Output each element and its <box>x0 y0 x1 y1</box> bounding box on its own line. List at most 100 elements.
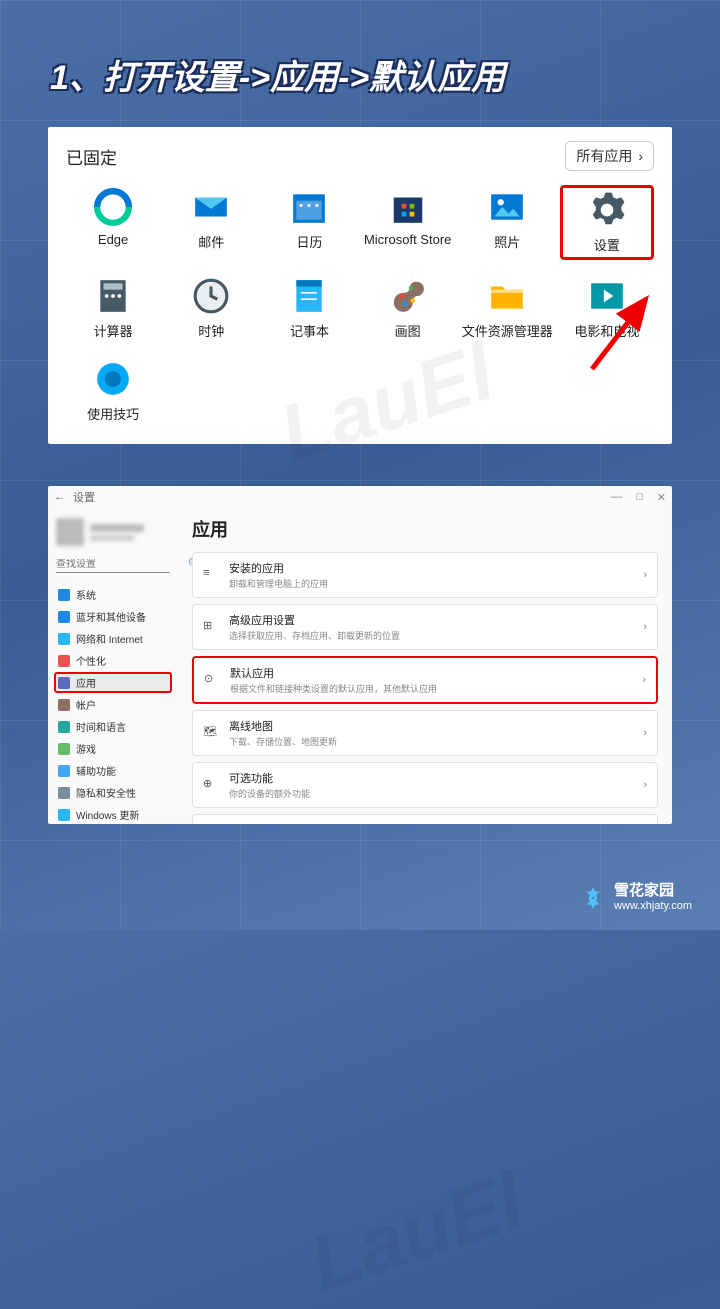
app-icon <box>588 277 626 315</box>
nav-应用[interactable]: 应用 <box>54 672 172 693</box>
app-label: 照片 <box>494 232 520 251</box>
nav-帐户[interactable]: 帐户 <box>54 694 172 715</box>
option-icon: ⊕ <box>203 777 219 793</box>
nav-icon <box>58 633 70 645</box>
option-默认应用[interactable]: ⊙ 默认应用根据文件和链接种类设置的默认应用，其他默认应用 › <box>192 656 658 704</box>
nav-label: 系统 <box>76 587 96 602</box>
nav-icon <box>58 699 70 711</box>
close-button[interactable]: ✕ <box>657 491 666 504</box>
settings-window: LauEl ← 设置 ― □ ✕ 🔍 系统蓝牙和其他设备网络和 Internet… <box>48 486 672 824</box>
nav-label: 蓝牙和其他设备 <box>76 609 146 624</box>
window-titlebar: ← 设置 ― □ ✕ <box>48 486 672 508</box>
settings-main: 应用 ≡ 安装的应用卸载和管理电脑上的应用 › ⊞高级应用设置选择获取应用、存档应用、… <box>178 508 672 824</box>
nav-系统[interactable]: 系统 <box>54 584 172 605</box>
option-icon: ≡ <box>203 567 219 583</box>
app-icon <box>389 277 427 315</box>
option-可选功能[interactable]: ⊕可选功能你的设备的额外功能› <box>192 762 658 808</box>
maximize-button[interactable]: □ <box>636 491 643 504</box>
option-icon: 🗺 <box>203 725 219 741</box>
option-desc: 根据文件和链接种类设置的默认应用，其他默认应用 <box>230 682 632 695</box>
option-可打开网站的应用[interactable]: 🌐可打开网站的应用可在应用而不是浏览器中打开的网站› <box>192 814 658 824</box>
nav-label: 辅助功能 <box>76 763 116 778</box>
app-Microsoft Store[interactable]: Microsoft Store <box>361 185 455 260</box>
app-计算器[interactable]: 计算器 <box>66 274 160 343</box>
app-电影和电视[interactable]: 电影和电视 <box>560 274 654 343</box>
nav-icon <box>58 677 70 689</box>
nav-label: Windows 更新 <box>76 807 139 822</box>
minimize-button[interactable]: ― <box>611 491 622 504</box>
window-title: 设置 <box>73 489 95 505</box>
app-照片[interactable]: 照片 <box>459 185 556 260</box>
app-label: 设置 <box>594 235 620 254</box>
settings-sidebar: 🔍 系统蓝牙和其他设备网络和 Internet 个性化应用帐户时间和语言游戏辅助功… <box>48 508 178 824</box>
app-使用技巧[interactable]: 使用技巧 <box>66 357 160 426</box>
app-label: Microsoft Store <box>364 232 451 247</box>
option-icon: ⊙ <box>204 672 220 688</box>
option-title: 安装的应用 <box>229 560 633 576</box>
app-记事本[interactable]: 记事本 <box>262 274 356 343</box>
chevron-right-icon: › <box>642 674 646 686</box>
nav-蓝牙和其他设备[interactable]: 蓝牙和其他设备 <box>54 606 172 627</box>
all-apps-label: 所有应用 <box>576 146 632 166</box>
app-icon <box>588 191 626 229</box>
nav-icon <box>58 743 70 755</box>
option-desc: 你的设备的额外功能 <box>229 787 633 800</box>
app-icon <box>290 188 328 226</box>
nav-icon <box>58 809 70 821</box>
search-input[interactable] <box>56 559 188 570</box>
app-label: 日历 <box>296 232 322 251</box>
nav-时间和语言[interactable]: 时间和语言 <box>54 716 172 737</box>
nav-icon <box>58 721 70 733</box>
start-menu-panel: LauEl 已固定 所有应用 › Edge邮件日历Microsoft Store… <box>48 127 672 444</box>
chevron-right-icon: › <box>643 569 647 581</box>
back-icon[interactable]: ← <box>54 491 65 503</box>
app-时钟[interactable]: 时钟 <box>164 274 258 343</box>
page-instruction-title: 1、打开设置->应用->默认应用 <box>0 0 720 127</box>
app-邮件[interactable]: 邮件 <box>164 185 258 260</box>
option-desc: 选择获取应用、存档应用、卸载更新的位置 <box>229 629 633 642</box>
pinned-label: 已固定 <box>66 144 117 169</box>
nav-Windows 更新[interactable]: Windows 更新 <box>54 804 172 824</box>
app-label: 计算器 <box>94 321 133 340</box>
main-heading: 应用 <box>192 516 658 542</box>
app-label: 使用技巧 <box>87 404 139 423</box>
nav-个性化[interactable]: 个性化 <box>54 650 172 671</box>
app-文件资源管理器[interactable]: 文件资源管理器 <box>459 274 556 343</box>
nav-label: 网络和 Internet <box>76 631 143 646</box>
nav-icon <box>58 765 70 777</box>
app-label: 文件资源管理器 <box>462 321 553 340</box>
nav-隐私和安全性[interactable]: 隐私和安全性 <box>54 782 172 803</box>
app-日历[interactable]: 日历 <box>262 185 356 260</box>
option-title: 高级应用设置 <box>229 612 633 628</box>
option-desc: 下载、存储位置、地图更新 <box>229 735 633 748</box>
option-title: 可打开网站的应用 <box>229 822 633 824</box>
option-title: 默认应用 <box>230 665 632 681</box>
nav-辅助功能[interactable]: 辅助功能 <box>54 760 172 781</box>
user-profile[interactable] <box>54 514 172 550</box>
option-离线地图[interactable]: 🗺离线地图下载、存储位置、地图更新› <box>192 710 658 756</box>
app-icon <box>192 188 230 226</box>
app-icon <box>94 277 132 315</box>
nav-label: 时间和语言 <box>76 719 126 734</box>
search-box[interactable]: 🔍 <box>56 557 170 573</box>
option-高级应用设置[interactable]: ⊞高级应用设置选择获取应用、存档应用、卸载更新的位置› <box>192 604 658 650</box>
chevron-right-icon: › <box>643 779 647 791</box>
chevron-right-icon: › <box>638 148 643 164</box>
option-desc: 卸载和管理电脑上的应用 <box>229 577 633 590</box>
option-title: 离线地图 <box>229 718 633 734</box>
nav-label: 帐户 <box>76 697 96 712</box>
nav-label: 游戏 <box>76 741 96 756</box>
all-apps-button[interactable]: 所有应用 › <box>565 141 654 171</box>
app-Edge[interactable]: Edge <box>66 185 160 260</box>
snowflake-logo-icon <box>580 885 606 911</box>
app-画图[interactable]: 画图 <box>361 274 455 343</box>
footer-url: www.xhjaty.com <box>614 900 692 912</box>
app-icon <box>192 277 230 315</box>
watermark: LauEl <box>299 1155 535 1309</box>
nav-游戏[interactable]: 游戏 <box>54 738 172 759</box>
app-icon <box>94 188 132 226</box>
app-设置[interactable]: 设置 <box>560 185 654 260</box>
option-安装的应用[interactable]: ≡ 安装的应用卸载和管理电脑上的应用 › <box>192 552 658 598</box>
nav-网络和 Internet[interactable]: 网络和 Internet <box>54 628 172 649</box>
avatar <box>56 518 84 546</box>
